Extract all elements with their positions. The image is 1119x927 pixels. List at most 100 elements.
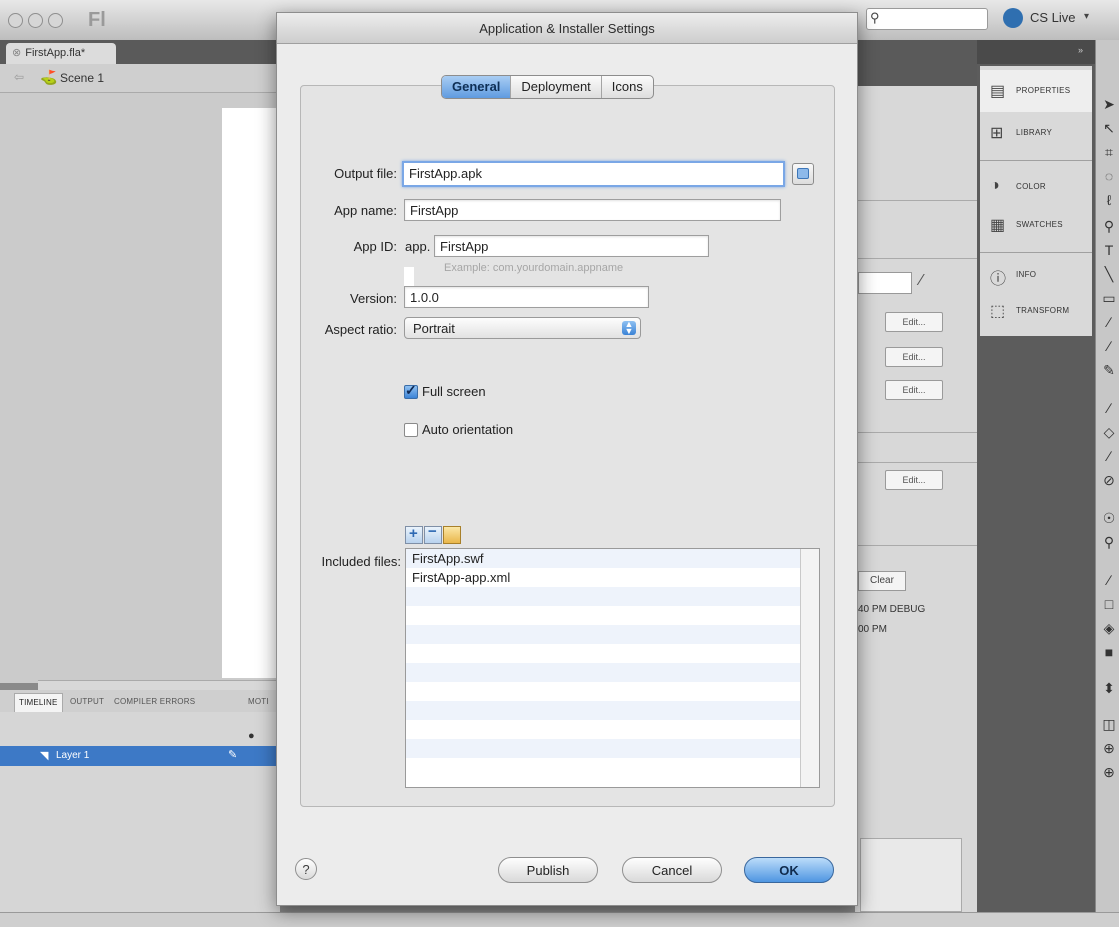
dialog-titlebar[interactable]: Application & Installer Settings [277,13,857,44]
hand-tool-icon[interactable]: ☉ [1100,510,1118,527]
properties-divider [855,462,977,463]
full-screen-label[interactable]: Full screen [422,384,486,399]
edit-button[interactable]: Edit... [885,312,943,332]
rectangle-tool-icon[interactable]: ▭ [1100,290,1118,307]
bone-tool-icon[interactable]: ∕ [1100,400,1118,416]
cslive-label[interactable]: CS Live [1030,10,1076,25]
color-swatch[interactable] [858,272,912,294]
edit-button[interactable]: Edit... [885,470,943,490]
lasso-tool-icon[interactable]: ℓ [1100,192,1118,208]
fill-color-icon[interactable]: ◈ [1100,620,1118,637]
collapse-icon[interactable]: » [1078,45,1083,55]
list-item[interactable]: FirstApp.swf [412,551,484,566]
app-id-input[interactable]: FirstApp [434,235,709,257]
brush-icon[interactable]: ⁄ [920,272,923,290]
text-tool-icon[interactable]: T [1100,242,1118,258]
paint-bucket-tool-icon[interactable]: ◇ [1100,424,1118,441]
tab-timeline[interactable]: TIMELINE [14,693,63,712]
eraser-tool-icon[interactable]: ⊘ [1100,472,1118,489]
dialog-tab-strip: General Deployment Icons [441,75,654,99]
cancel-button[interactable]: Cancel [622,857,722,883]
stage[interactable] [222,108,280,678]
app-statusbar [0,912,1119,927]
selection-tool-icon[interactable]: ➤ [1100,96,1118,113]
search-icon: ⚲ [870,10,880,25]
add-folder-button[interactable] [443,526,461,544]
transform-icon: ⬚ [990,303,1006,320]
panel-item-library[interactable]: ⊞ LIBRARY [980,112,1092,154]
info-icon: ⓘ [990,271,1007,288]
version-label: Version: [350,291,397,306]
timeline-panel: ● ◥ Layer 1 ✎ [0,712,280,912]
version-input[interactable]: 1.0.0 [404,286,649,308]
settings-dialog: Application & Installer Settings General… [276,12,858,906]
ok-button[interactable]: OK [744,857,834,883]
clear-button[interactable]: Clear [858,571,906,591]
straighten-icon[interactable]: ⊕ [1100,764,1118,781]
tab-general[interactable]: General [442,76,512,98]
tab-compiler-errors[interactable]: COMPILER ERRORS [110,693,199,711]
line-tool-icon[interactable]: ╲ [1100,266,1118,283]
tab-deployment[interactable]: Deployment [511,76,602,98]
layer-row[interactable]: ◥ Layer 1 ✎ [0,746,280,766]
edit-button[interactable]: Edit... [885,380,943,400]
properties-panel [855,86,977,912]
stroke-color-icon[interactable]: ∕ [1100,572,1118,588]
panel-item-properties[interactable]: ▤ PROPERTIES [980,70,1092,112]
app-name-input[interactable]: FirstApp [404,199,781,221]
panel-item-color[interactable]: ◑ COLOR [980,166,1092,208]
smooth-icon[interactable]: ⊕ [1100,740,1118,757]
included-files-list[interactable]: FirstApp.swf FirstApp-app.xml [405,548,820,788]
free-transform-tool-icon[interactable]: ⌗ [1100,144,1118,161]
deco-tool-icon[interactable]: ✎ [1100,362,1118,379]
fill-swatch-icon[interactable]: ■ [1100,644,1118,660]
brush-tool-icon[interactable]: ∕ [1100,338,1118,354]
pencil-tool-icon[interactable]: ∕ [1100,314,1118,330]
cslive-icon[interactable] [1003,8,1023,28]
zoom-window-button[interactable] [48,13,63,28]
eyedropper-tool-icon[interactable]: ∕ [1100,448,1118,464]
minimize-window-button[interactable] [28,13,43,28]
full-screen-checkbox[interactable]: ✓ [404,382,418,399]
close-tab-icon[interactable]: ⊗ [12,47,21,59]
properties-header [855,40,977,86]
auto-orientation-label[interactable]: Auto orientation [422,422,513,437]
close-window-button[interactable] [8,13,23,28]
search-input[interactable]: ⚲ [866,8,988,30]
publish-button[interactable]: Publish [498,857,598,883]
output-file-input[interactable]: FirstApp.apk [402,161,785,187]
aspect-ratio-select[interactable]: Portrait ▲ ▼ [404,317,641,339]
tab-icons[interactable]: Icons [602,76,653,98]
subselection-tool-icon[interactable]: ↖ [1100,120,1118,137]
properties-icon: ▤ [990,83,1006,100]
color-icon: ◑ [990,177,1000,194]
tab-output[interactable]: OUTPUT [66,693,108,711]
app-id-label: App ID: [353,239,397,254]
list-scrollbar[interactable] [800,549,819,787]
stroke-swatch-icon[interactable]: □ [1100,596,1118,612]
panel-item-swatches[interactable]: ▦ SWATCHES [980,204,1092,246]
panel-item-transform[interactable]: ⬚ TRANSFORM [980,290,1092,332]
document-tab[interactable]: ⊗ FirstApp.fla* [6,43,116,64]
help-button[interactable]: ? [295,858,317,880]
edit-button[interactable]: Edit... [885,347,943,367]
list-item[interactable]: FirstApp-app.xml [412,570,510,585]
eye-icon[interactable]: ● [248,730,255,742]
properties-divider [855,200,977,201]
document-tabbar: ⊗ FirstApp.fla* [0,40,280,64]
dialog-title: Application & Installer Settings [479,21,655,36]
3d-rotation-tool-icon[interactable]: ◌ [1100,168,1118,184]
zoom-tool-icon[interactable]: ⚲ [1100,534,1118,551]
chevron-down-icon[interactable]: ▾ [1084,11,1089,22]
output-file-label: Output file: [334,166,397,181]
auto-orientation-checkbox[interactable] [404,423,418,437]
tab-motion-editor[interactable]: MOTI [244,693,273,711]
scene-label[interactable]: Scene 1 [60,71,104,85]
swap-colors-icon[interactable]: ⬍ [1100,680,1118,697]
pen-tool-icon[interactable]: ⚲ [1100,218,1118,235]
add-file-button[interactable]: + [405,525,423,544]
browse-output-button[interactable] [792,163,814,185]
remove-file-button[interactable]: − [424,523,442,544]
back-arrow-icon[interactable]: ⇦ [14,70,24,84]
snap-icon[interactable]: ◫ [1100,716,1118,733]
